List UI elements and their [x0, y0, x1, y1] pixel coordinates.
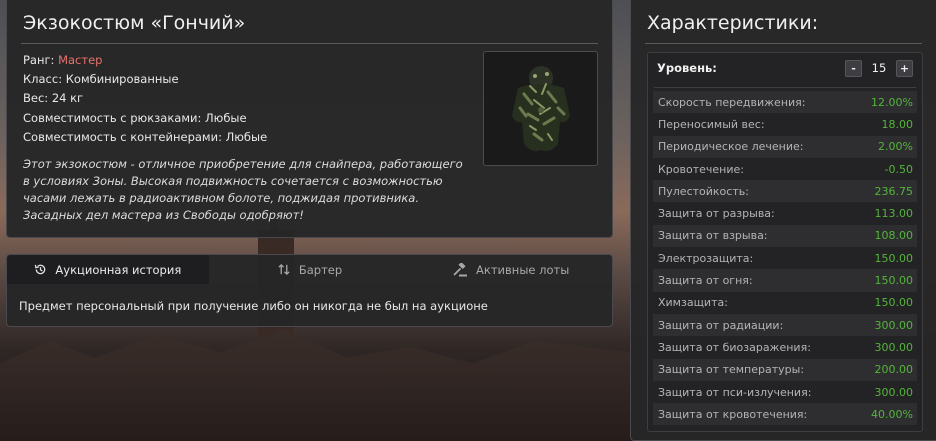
stat-name: Электрозащита:	[658, 251, 754, 265]
stat-name: Химзащита:	[658, 296, 728, 310]
stat-name: Скорость передвижения:	[658, 95, 806, 109]
stat-row: Защита от разрыва: 113.00	[653, 202, 917, 224]
tabs-panel: Аукционная история Бартер Активные лоты …	[6, 254, 613, 327]
stat-row: Защита от биозаражения: 300.00	[653, 336, 917, 358]
tab-barter[interactable]: Бартер	[209, 255, 411, 284]
stat-row: Защита от пси-излучения: 300.00	[653, 381, 917, 403]
item-title: Экзокостюм «Гончий»	[23, 12, 246, 34]
stat-name: Переносимый вес:	[658, 117, 765, 131]
stat-value: -0.50	[884, 162, 913, 176]
background-ruins	[0, 330, 630, 441]
stat-value: 150.00	[874, 274, 914, 288]
tab-active-lots[interactable]: Активные лоты	[410, 255, 612, 284]
tab-label: Аукционная история	[55, 262, 182, 277]
history-icon	[35, 264, 46, 275]
stat-value: 2.00%	[878, 140, 913, 154]
stat-list: Скорость передвижения: 12.00% Переносимый…	[653, 91, 917, 426]
auction-history-content: Предмет персональный при получение либо …	[19, 299, 488, 313]
level-row: Уровень: - 15 +	[648, 53, 922, 83]
stat-name: Кровотечение:	[658, 162, 744, 176]
stat-value: 300.00	[874, 385, 914, 399]
stat-value: 108.00	[874, 229, 914, 243]
stats-title: Характеристики:	[647, 12, 819, 34]
item-rank: Ранг: Мастер	[23, 51, 267, 70]
item-info-panel: Экзокостюм «Гончий» Ранг: Мастер Класс: …	[6, 0, 613, 238]
stat-row: Переносимый вес: 18.00	[653, 113, 917, 135]
stat-name: Защита от биозаражения:	[658, 340, 811, 354]
stat-value: 300.00	[874, 340, 914, 354]
stat-value: 150.00	[874, 296, 914, 310]
stat-value: 200.00	[874, 363, 914, 377]
stat-name: Защита от разрыва:	[658, 207, 775, 221]
stat-row: Электрозащита: 150.00	[653, 247, 917, 269]
item-properties: Ранг: Мастер Класс: Комбинированные Вес:…	[23, 51, 267, 147]
rank-value: Мастер	[58, 53, 103, 67]
item-container-compat: Совместимость с контейнерами: Любые	[23, 129, 268, 144]
item-image	[483, 51, 598, 166]
stat-row: Периодическое лечение: 2.00%	[653, 135, 917, 158]
stat-row: Защита от взрыва: 108.00	[653, 224, 917, 248]
tab-label: Бартер	[298, 262, 343, 277]
gavel-icon	[453, 262, 468, 276]
title-divider	[645, 43, 922, 44]
stat-row: Скорость передвижения: 12.00%	[653, 91, 917, 114]
tab-bar: Аукционная история Бартер Активные лоты	[7, 255, 612, 284]
stat-value: 18.00	[881, 117, 914, 131]
stat-row: Химзащита: 150.00	[653, 292, 917, 314]
swap-arrows-icon	[278, 263, 290, 276]
stat-name: Защита от огня:	[658, 274, 753, 288]
stat-name: Защита от температуры:	[658, 363, 805, 377]
stat-name: Защита от взрыва:	[658, 229, 768, 243]
stats-panel: Характеристики: Уровень: - 15 + Скорость…	[630, 0, 936, 441]
stats-box: Уровень: - 15 + Скорость передвижения: 12…	[647, 52, 923, 432]
stat-row: Пулестойкость: 236.75	[653, 180, 917, 203]
ghillie-exosuit-icon	[512, 66, 570, 152]
item-backpack-compat: Совместимость с рюкзаками: Любые	[23, 110, 247, 125]
stat-value: 40.00%	[871, 407, 913, 421]
stat-value: 150.00	[874, 251, 914, 265]
item-description: Этот экзокостюм - отличное приобретение …	[23, 157, 463, 222]
stat-row: Защита от огня: 150.00	[653, 269, 917, 292]
stat-value: 236.75	[874, 184, 914, 198]
stat-row: Защита от температуры: 200.00	[653, 358, 917, 381]
level-divider	[654, 87, 916, 88]
tab-auction-history[interactable]: Аукционная история	[7, 255, 209, 284]
stat-name: Защита от кровотечения:	[658, 407, 808, 421]
stat-value: 12.00%	[871, 95, 913, 109]
stat-row: Защита от радиации: 300.00	[653, 313, 917, 337]
level-label: Уровень:	[657, 61, 717, 75]
stat-name: Периодическое лечение:	[658, 140, 804, 154]
stat-value: 113.00	[874, 207, 914, 221]
stat-row: Защита от кровотечения: 40.00%	[653, 403, 917, 426]
stat-name: Пулестойкость:	[658, 184, 749, 198]
item-class: Класс: Комбинированные	[23, 72, 179, 87]
stat-name: Защита от радиации:	[658, 318, 784, 332]
level-decrease-button[interactable]: -	[845, 60, 862, 77]
tab-label: Активные лоты	[476, 262, 570, 277]
item-weight: Вес: 24 кг	[23, 91, 84, 106]
rank-label: Ранг:	[23, 53, 55, 67]
stat-name: Защита от пси-излучения:	[658, 385, 812, 399]
level-value: 15	[871, 61, 887, 75]
title-divider	[21, 43, 598, 44]
stat-row: Кровотечение: -0.50	[653, 158, 917, 180]
stat-value: 300.00	[874, 318, 914, 332]
level-increase-button[interactable]: +	[896, 60, 913, 77]
